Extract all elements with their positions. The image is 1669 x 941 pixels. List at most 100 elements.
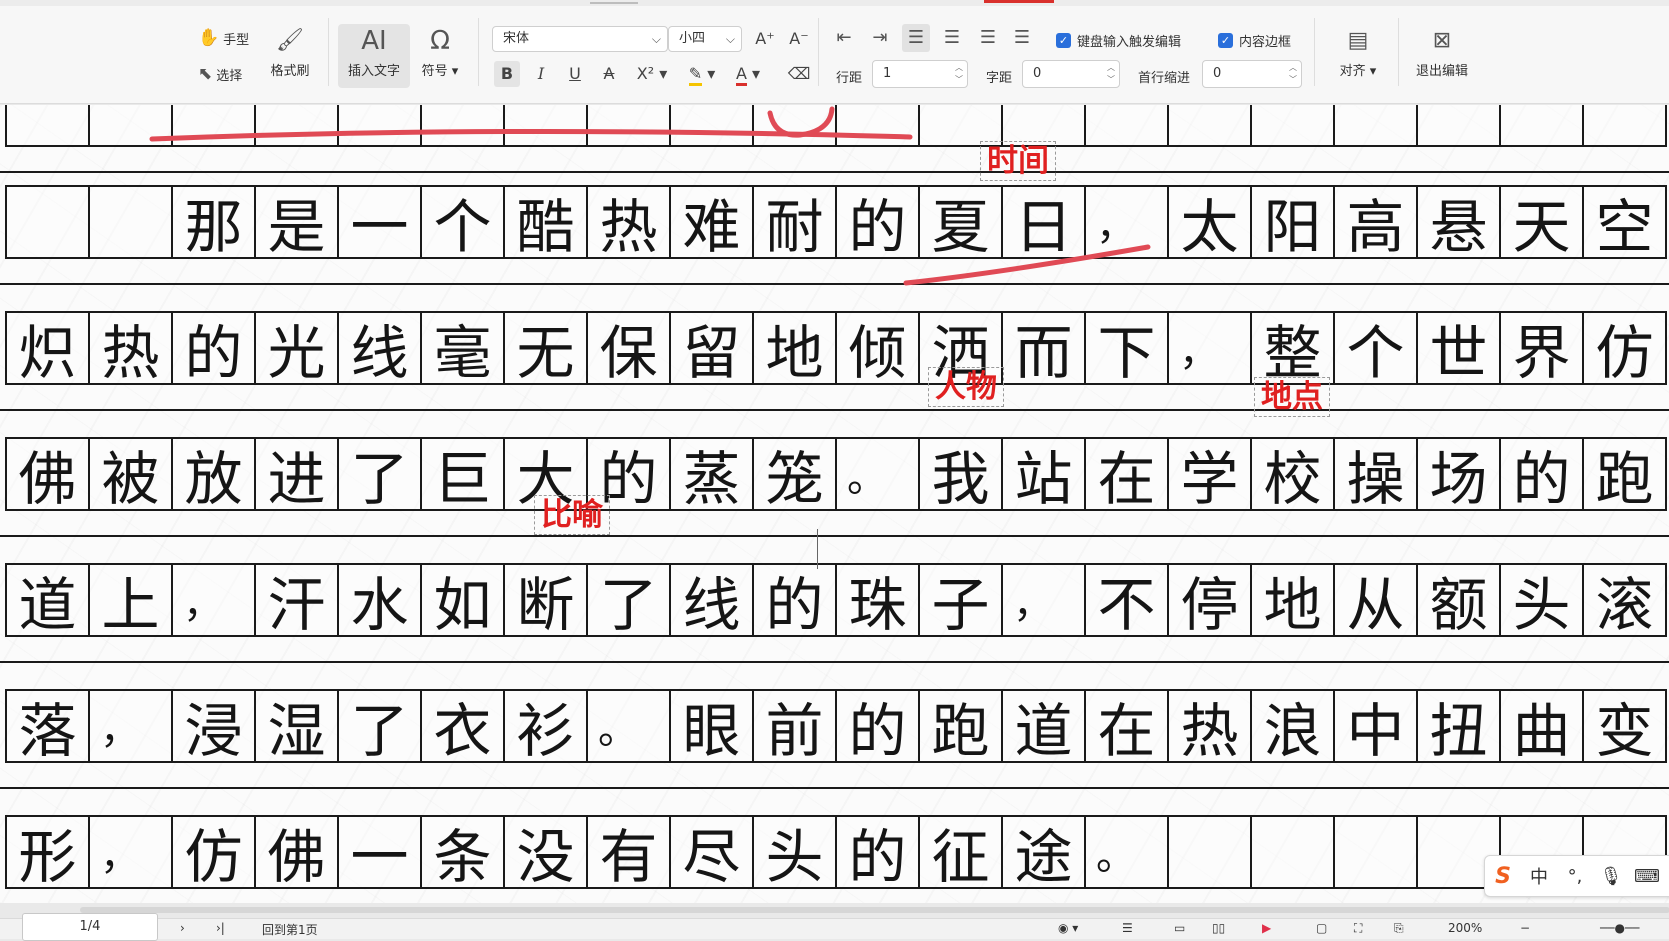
align-right-icon: ☰ <box>979 27 997 48</box>
font-increase-icon: A⁺ <box>755 29 775 48</box>
char-spacing-label: 字距 <box>986 71 1013 86</box>
last-page-icon[interactable]: ›| <box>216 921 225 935</box>
checkbox-checked-icon: ✓ <box>1218 33 1233 48</box>
active-tab-indicator <box>984 0 1054 3</box>
justify-button[interactable]: ☰ <box>1008 24 1036 52</box>
chevron-down-icon: ⌵ <box>725 32 735 46</box>
brush-icon: 🖌 <box>276 28 304 53</box>
bold-button[interactable]: B <box>494 61 520 87</box>
hand-icon: ✋ <box>198 28 220 48</box>
indent-icon: ⇥ <box>872 27 888 48</box>
outdent-icon: ⇤ <box>836 27 852 48</box>
first-indent-input[interactable]: 0 ︿ ﹀ <box>1202 60 1302 88</box>
horizontal-scrollbar[interactable] <box>80 907 1669 913</box>
justify-icon: ☰ <box>1013 27 1031 48</box>
italic-button[interactable]: I <box>528 61 554 87</box>
text-caret <box>817 529 818 569</box>
ime-toolbar[interactable]: S 中 °, 🎙 ⌨ <box>1484 855 1669 897</box>
sogou-logo[interactable]: S <box>1485 864 1521 889</box>
zoom-out-icon[interactable]: − <box>1520 921 1530 935</box>
ime-punctuation-toggle[interactable]: °, <box>1557 866 1593 887</box>
clear-format-button[interactable]: ⌫ <box>786 61 812 87</box>
strikethrough-icon: A <box>603 64 615 83</box>
bold-icon: B <box>500 64 514 83</box>
line-spacing-label: 行距 <box>836 71 863 86</box>
status-bar: 1/4 › ›| 回到第1页 ◉ ▾ ☰ ▭ ▯▯ ▶ ▢ ⛶ ⎘ 200% −… <box>0 913 1669 941</box>
content-border-checkbox[interactable]: ✓ 内容边框 <box>1218 31 1291 50</box>
checkbox-checked-icon: ✓ <box>1056 33 1071 48</box>
play-icon[interactable]: ▶ <box>1262 921 1271 935</box>
font-color-icon: A <box>735 64 747 86</box>
close-box-icon: ⊠ <box>1432 28 1452 53</box>
align-objects-icon: ▤ <box>1347 28 1369 53</box>
increase-indent-button[interactable]: ⇥ <box>866 24 894 52</box>
keyboard-trigger-checkbox[interactable]: ✓ 键盘输入触发编辑 <box>1056 31 1181 50</box>
stepper-arrows-icon[interactable]: ︿ ﹀ <box>1107 62 1115 86</box>
highlight-button[interactable]: ✎ ▾ <box>684 61 720 87</box>
toolbar-separator <box>818 18 819 86</box>
font-name-select[interactable]: 宋体 ⌵ <box>492 26 668 52</box>
align-right-button[interactable]: ☰ <box>974 24 1002 52</box>
align-left-icon: ☰ <box>907 27 925 48</box>
align-left-button[interactable]: ☰ <box>902 24 930 52</box>
mic-icon[interactable]: 🎙 <box>1593 866 1629 887</box>
stepper-arrows-icon[interactable]: ︿ ﹀ <box>955 62 963 86</box>
font-color-button[interactable]: A ▾ <box>730 61 766 87</box>
ink-underline-summer <box>903 244 1151 286</box>
superscript-icon: X² ▾ <box>636 64 668 83</box>
two-page-view-icon[interactable]: ▯▯ <box>1212 921 1225 935</box>
highlight-icon: ✎ <box>688 64 703 86</box>
chevron-down-icon: ⌵ <box>651 32 661 46</box>
superscript-button[interactable]: X² ▾ <box>634 61 670 87</box>
bookmark-icon[interactable]: ⎘ <box>1394 921 1404 936</box>
hand-tool-button[interactable]: ✋ 手型 <box>198 28 249 48</box>
edit-toolbar: ✋ 手型 ⬉ 选择 🖌 格式刷 AI 插入文字 Ω 符号 ▾ 宋体 ⌵ 小四 ⌵ A⁺ … <box>0 0 1669 104</box>
fit-width-icon[interactable]: ⛶ <box>1354 921 1362 936</box>
page-view-icon[interactable]: ▭ <box>1174 921 1185 935</box>
eye-icon[interactable]: ◉ ▾ <box>1058 921 1078 935</box>
drag-handle[interactable] <box>590 2 638 4</box>
back-to-first-link[interactable]: 回到第1页 <box>262 921 318 938</box>
decrease-font-button[interactable]: A⁻ <box>786 26 812 52</box>
fit-page-icon[interactable]: ▢ <box>1316 921 1327 935</box>
ime-language-toggle[interactable]: 中 <box>1521 863 1557 889</box>
outline-view-icon[interactable]: ☰ <box>1122 921 1133 935</box>
eraser-icon: ⌫ <box>787 64 811 83</box>
stepper-arrows-icon[interactable]: ︿ ﹀ <box>1289 62 1297 86</box>
zoom-slider[interactable]: ──●── <box>1600 921 1639 935</box>
text-insert-icon: AI <box>361 26 387 56</box>
toolbar-separator <box>328 18 329 86</box>
decrease-indent-button[interactable]: ⇤ <box>830 24 858 52</box>
page-indicator-input[interactable]: 1/4 <box>22 913 158 941</box>
first-indent-label: 首行缩进 <box>1138 71 1191 86</box>
align-center-icon: ☰ <box>943 27 961 48</box>
toolbar-separator <box>1398 18 1399 86</box>
italic-icon: I <box>537 64 545 83</box>
align-center-button[interactable]: ☰ <box>938 24 966 52</box>
underline-icon: U <box>569 64 581 83</box>
toolbar-separator <box>1314 18 1315 86</box>
symbol-button[interactable]: Ω 符号 ▾ <box>414 24 466 79</box>
zoom-level[interactable]: 200% <box>1448 921 1482 935</box>
cursor-icon: ⬉ <box>198 64 213 84</box>
next-page-icon[interactable]: › <box>180 921 185 935</box>
ink-circle-top <box>767 106 835 138</box>
insert-text-button[interactable]: AI 插入文字 <box>338 24 410 88</box>
window-top-strip <box>0 0 1669 6</box>
align-objects-button[interactable]: ▤ 对齐 ▾ <box>1330 24 1386 79</box>
format-painter-button[interactable]: 🖌 格式刷 <box>264 24 316 79</box>
toolbar-separator <box>478 18 479 86</box>
font-size-select[interactable]: 小四 ⌵ <box>668 26 742 52</box>
underline-button[interactable]: U <box>562 61 588 87</box>
select-tool-button[interactable]: ⬉ 选择 <box>198 64 242 84</box>
char-spacing-input[interactable]: 0 ︿ ﹀ <box>1022 60 1120 88</box>
exit-edit-button[interactable]: ⊠ 退出编辑 <box>1406 24 1478 79</box>
omega-icon: Ω <box>430 26 450 56</box>
strikethrough-button[interactable]: A <box>596 61 622 87</box>
font-decrease-icon: A⁻ <box>789 29 809 48</box>
keyboard-icon[interactable]: ⌨ <box>1629 866 1665 887</box>
line-spacing-input[interactable]: 1 ︿ ﹀ <box>872 60 968 88</box>
document-canvas[interactable]: 那是一个酷热难耐的夏日，太阳高悬天空炽热的光线毫无保留地倾洒而下，整个世界仿佛被… <box>0 105 1669 903</box>
ink-layer <box>149 106 1151 286</box>
increase-font-button[interactable]: A⁺ <box>752 26 778 52</box>
